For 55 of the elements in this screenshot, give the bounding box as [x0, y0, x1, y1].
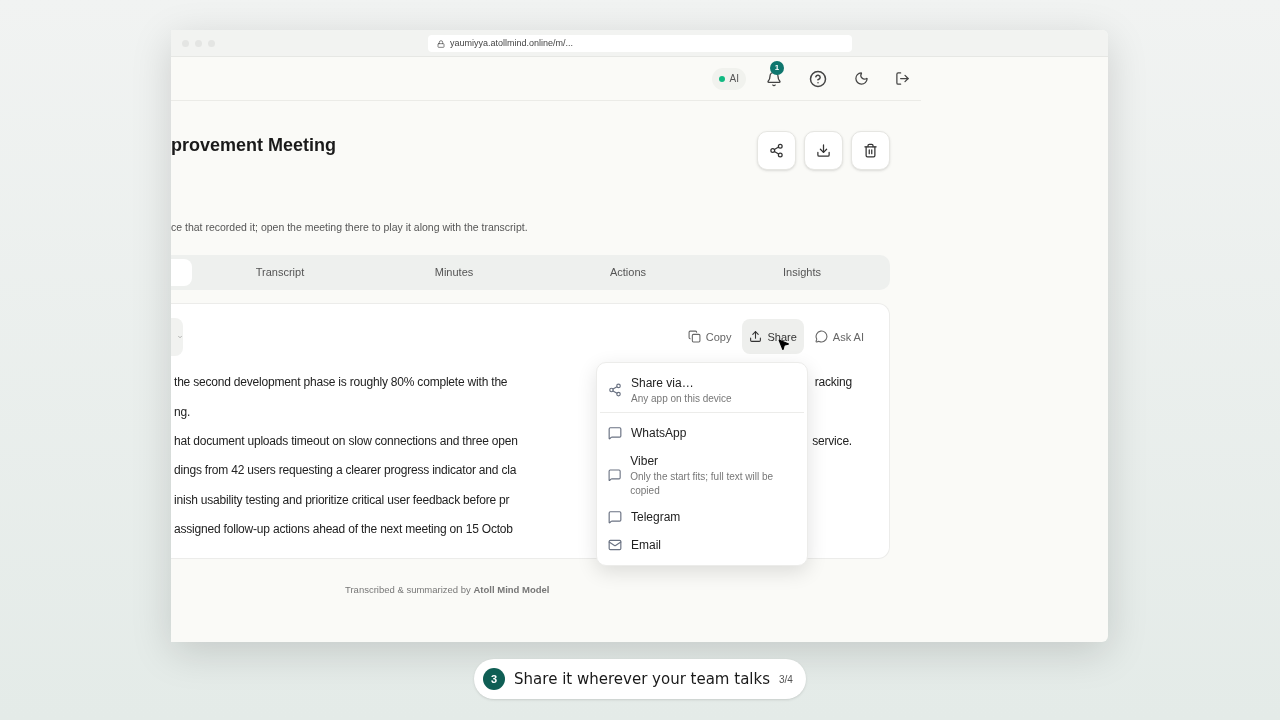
- trash-icon: [863, 143, 878, 158]
- share-menu-item[interactable]: Viber Only the start fits; full text will be copied: [600, 446, 804, 503]
- step-counter: 3/4: [779, 672, 793, 687]
- share-icon: [769, 143, 784, 158]
- chat-bubble-icon: [608, 467, 622, 482]
- logout-icon[interactable]: [895, 71, 910, 86]
- share-icon: [608, 382, 622, 397]
- meeting-title: provement Meeting: [171, 134, 337, 157]
- download-button[interactable]: [804, 131, 843, 170]
- summary-text: hat document uploads timeout on slow connections and three open: [174, 433, 518, 450]
- recording-note: ce that recorded it; open the meeting there to play it along with the transcript.: [171, 220, 529, 235]
- menu-item-label: Email: [631, 536, 661, 554]
- lock-icon: [437, 39, 445, 48]
- tab[interactable]: Insights: [715, 258, 889, 286]
- share-button[interactable]: [757, 131, 796, 170]
- toolbar-button[interactable]: Share: [742, 319, 804, 355]
- menu-item-detail: Any app on this device: [631, 391, 732, 406]
- moon-icon[interactable]: [854, 71, 869, 86]
- chevron-down-icon: [177, 333, 183, 340]
- step-badge: 3: [483, 668, 506, 690]
- summary-text: inish usability testing and prioritize critical user feedback before pr: [174, 491, 510, 509]
- menu-item-label: Share via…: [631, 374, 695, 392]
- tab[interactable]: Minutes: [367, 258, 541, 286]
- caption-text: Share it wherever your team talks: [514, 668, 770, 690]
- toolbar-button[interactable]: Ask AI: [807, 319, 871, 355]
- summary-text: assigned follow-up actions ahead of the next meeting on 15 Octob: [174, 520, 513, 538]
- chat-bubble-icon: [608, 509, 622, 524]
- summary-text: racking: [814, 374, 852, 392]
- tab[interactable]: Actions: [541, 258, 715, 286]
- chat-bubble-icon: [608, 425, 622, 440]
- share-menu-item[interactable]: Telegram: [600, 502, 804, 531]
- menu-item-label: Viber: [630, 452, 660, 470]
- summary-text: the second development phase is roughly 80% complete with the: [174, 374, 508, 392]
- menu-item-label: WhatsApp: [631, 424, 687, 442]
- tab[interactable]: Transcript: [193, 258, 367, 286]
- ai-status-chip[interactable]: AI: [711, 67, 746, 90]
- mail-icon: [608, 537, 622, 552]
- address-field[interactable]: yaumiyya.atollmind.online/m/...: [428, 35, 852, 52]
- toolbar-button[interactable]: Copy: [680, 319, 739, 355]
- summary-text: service.: [812, 433, 852, 450]
- copy-icon: [687, 330, 701, 344]
- footer-credit: Transcribed & summarized by Atoll Mind Model: [345, 582, 551, 597]
- menu-item-detail: Only the start fits; full text will be copied: [630, 469, 775, 498]
- help-icon[interactable]: [809, 69, 827, 88]
- menu-item-label: Telegram: [631, 508, 681, 526]
- share-menu-item[interactable]: Email: [600, 530, 804, 559]
- summary-text: ng.: [174, 403, 191, 421]
- delete-button[interactable]: [851, 131, 890, 170]
- notification-bell-icon[interactable]: [766, 70, 782, 87]
- share-menu-item[interactable]: WhatsApp: [600, 418, 804, 447]
- upload-icon: [749, 330, 763, 344]
- chat-bubble-icon: [814, 330, 828, 344]
- download-icon: [816, 143, 831, 158]
- notification-count: 1: [770, 60, 784, 75]
- summary-text: dings from 42 users requesting a clearer progress indicator and cla: [174, 462, 517, 480]
